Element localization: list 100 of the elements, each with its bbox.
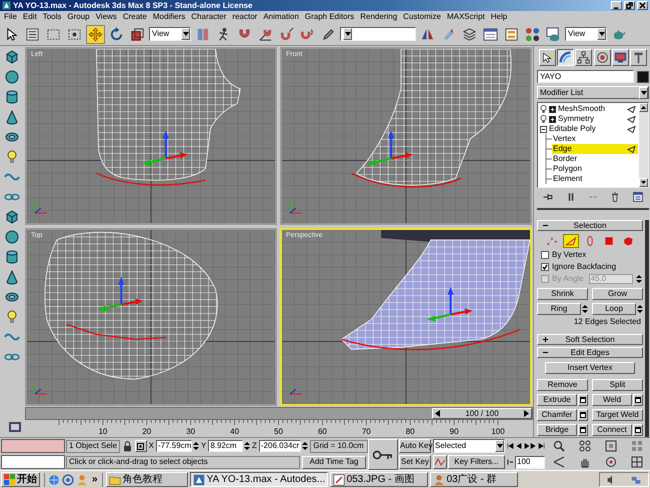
start-button[interactable]: 开始 <box>1 472 40 487</box>
menu-item[interactable]: Edit <box>20 13 40 21</box>
sphere-icon[interactable] <box>4 69 20 85</box>
command-button[interactable]: Bridge <box>537 424 577 436</box>
command-button[interactable]: Connect <box>592 424 632 436</box>
modifier-list-dropdown[interactable]: Modifier List <box>537 86 649 99</box>
command-button[interactable]: Weld <box>592 394 632 406</box>
light-bulb-icon[interactable] <box>540 105 547 113</box>
light-bulb-icon[interactable] <box>540 115 547 123</box>
rollout-header[interactable]: Edit Edges <box>537 347 643 358</box>
checkbox[interactable] <box>541 263 549 271</box>
scrollbar[interactable] <box>639 103 648 187</box>
color-swatch[interactable] <box>637 70 649 82</box>
auto-key-button[interactable]: Auto Key <box>399 439 431 453</box>
pin-icon[interactable] <box>542 191 554 203</box>
menu-item[interactable]: reactor <box>229 13 260 21</box>
object-name-field[interactable]: YAYO <box>537 70 634 83</box>
swirl-icon[interactable] <box>62 474 74 486</box>
taskbar-button[interactable]: YA YO-13.max - Autodes... <box>190 472 328 487</box>
maximize-icon[interactable] <box>631 456 643 468</box>
close-button[interactable] <box>637 1 648 10</box>
pan-hand-icon[interactable] <box>579 456 591 468</box>
menu-item[interactable]: Customize <box>400 13 444 21</box>
key-mode-dropdown[interactable]: Selected <box>433 439 505 453</box>
move-gizmo-icon[interactable] <box>367 130 413 166</box>
cube-icon[interactable] <box>4 209 20 225</box>
coordinate-field[interactable]: 8.92cm <box>208 440 243 452</box>
globe-icon[interactable] <box>48 474 60 486</box>
network-icon[interactable] <box>631 474 641 484</box>
stack-item[interactable]: Editable Poly <box>549 125 596 133</box>
cone-icon[interactable] <box>4 269 20 285</box>
minimize-button[interactable] <box>611 1 622 10</box>
lock-icon[interactable] <box>123 440 132 452</box>
triangle-pin-icon[interactable] <box>627 106 636 112</box>
key-filters-button[interactable]: Key Filters... <box>448 455 505 469</box>
stack-subobject[interactable]: Border <box>552 154 638 164</box>
menu-item[interactable]: Help <box>488 13 510 21</box>
menu-item[interactable]: Graph Editors <box>302 13 358 21</box>
menu-item[interactable]: Character <box>188 13 230 21</box>
menu-item[interactable]: Animation <box>260 13 302 21</box>
checkbox[interactable] <box>541 251 549 259</box>
menu-item[interactable]: Rendering <box>357 13 400 21</box>
move-gizmo-icon[interactable] <box>97 276 144 312</box>
stack-subobject[interactable]: Polygon <box>552 164 638 174</box>
key-button[interactable] <box>368 439 398 470</box>
coordinate-field[interactable]: -206.034cr <box>258 440 302 452</box>
cylinder-icon[interactable] <box>4 249 20 265</box>
settings-button[interactable] <box>578 409 588 421</box>
taskbar-button[interactable]: 角色教程 <box>106 472 188 487</box>
menu-item[interactable]: Tools <box>40 13 64 21</box>
spinner-icon[interactable] <box>636 274 642 284</box>
cube-icon[interactable] <box>4 49 20 65</box>
command-button[interactable]: Extrude <box>537 394 577 406</box>
restore-button[interactable] <box>624 1 635 10</box>
time-slider-thumb[interactable]: 100 / 100 <box>432 408 532 419</box>
panel-tab[interactable] <box>557 48 574 66</box>
triangle-pin-icon[interactable] <box>627 116 636 122</box>
rollout-header[interactable]: Soft Selection <box>537 334 643 345</box>
key-mode-icon[interactable] <box>507 458 514 466</box>
field-of-view-icon[interactable] <box>553 456 565 468</box>
menu-item[interactable]: File <box>1 13 20 21</box>
cone-icon[interactable] <box>4 109 20 125</box>
dropdown[interactable]: View <box>149 27 191 41</box>
menu-item[interactable]: Views <box>92 13 120 21</box>
set-key-button[interactable]: Set Key <box>399 455 431 469</box>
coordinate-field[interactable]: -77.59cm <box>156 440 192 452</box>
taskbar-button[interactable]: 03广设 - 群 <box>430 472 518 487</box>
settings-button[interactable] <box>578 394 588 406</box>
time-tag-button[interactable]: Add Time Tag <box>302 456 366 468</box>
command-button[interactable]: Insert Vertex <box>545 362 635 374</box>
command-button[interactable]: Split <box>592 379 643 391</box>
settings-button[interactable] <box>578 424 588 436</box>
window-icon[interactable] <box>632 191 644 203</box>
menu-item[interactable]: Group <box>64 13 93 21</box>
script-output-field[interactable] <box>1 455 65 469</box>
skip-end-icon[interactable] <box>538 442 545 450</box>
cylinder-icon[interactable] <box>4 89 20 105</box>
triangle-pin-icon[interactable] <box>627 126 636 132</box>
plus-box-icon[interactable] <box>549 106 556 112</box>
stack-subobject[interactable]: Vertex <box>552 134 638 144</box>
zoom-all-icon[interactable] <box>579 440 591 452</box>
filmstrip-icon[interactable] <box>9 422 21 432</box>
minus-box-icon[interactable] <box>540 126 547 132</box>
shrink-button[interactable]: Shrink <box>537 288 588 300</box>
stack-subobject[interactable]: Element <box>552 174 638 184</box>
loop-button[interactable]: Loop <box>592 303 636 315</box>
transform-mode-button[interactable] <box>135 440 147 452</box>
more-chevron[interactable]: » <box>90 474 100 484</box>
time-slider-track[interactable]: 100 / 100 <box>25 407 533 420</box>
previous-frame-icon[interactable] <box>514 442 522 450</box>
orbit-icon[interactable] <box>605 456 617 468</box>
frame-field[interactable]: 100 <box>515 456 545 468</box>
dropdown[interactable] <box>340 27 416 41</box>
dropdown[interactable]: View <box>565 27 607 41</box>
play-icon[interactable] <box>522 442 530 450</box>
panel-scrollbar[interactable] <box>645 220 649 437</box>
sphere-icon[interactable] <box>4 229 20 245</box>
menu-item[interactable]: Create <box>120 13 150 21</box>
settings-button[interactable] <box>633 394 643 406</box>
stack-item[interactable]: Symmetry <box>558 115 594 123</box>
